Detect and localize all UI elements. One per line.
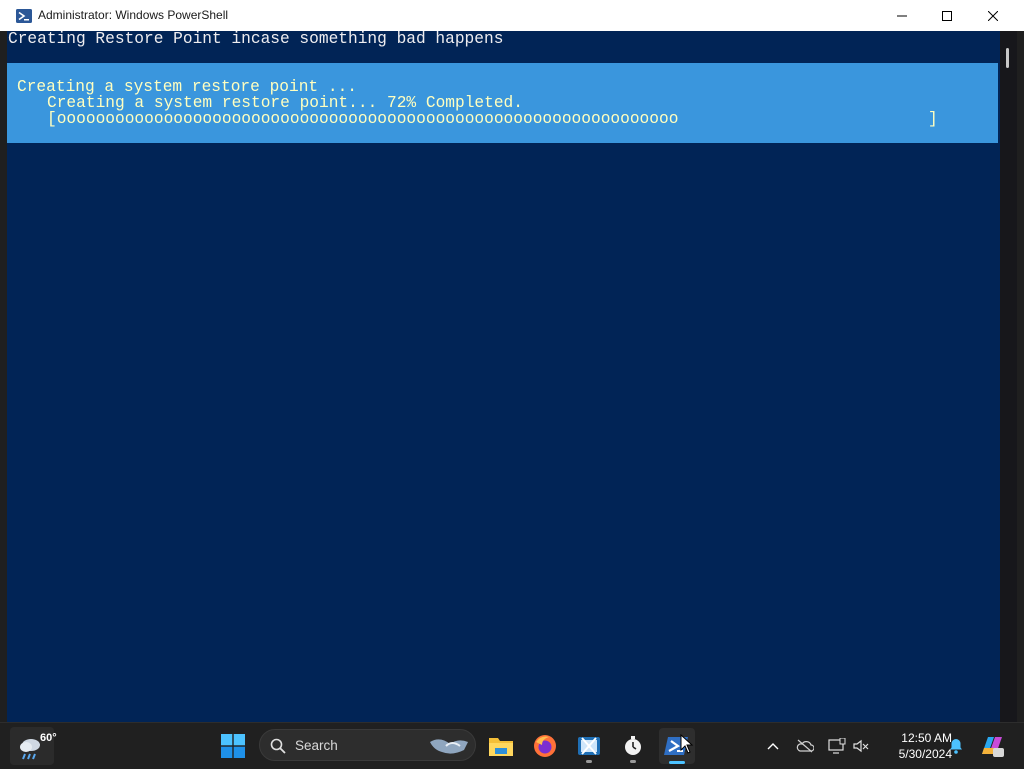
- title-bar[interactable]: Administrator: Windows PowerShell: [0, 0, 1024, 31]
- active-indicator: [669, 761, 685, 764]
- minimize-button[interactable]: [879, 0, 925, 31]
- progress-activity: Creating a system restore point ...: [17, 78, 357, 96]
- progress-panel: Creating a system restore point ... Crea…: [7, 63, 998, 143]
- file-explorer-icon: [489, 738, 513, 756]
- chevron-up-icon: [767, 743, 779, 750]
- clock-date: 5/30/2024: [898, 747, 952, 761]
- clock-app-button[interactable]: [615, 728, 651, 764]
- copilot-icon: [982, 737, 1004, 757]
- volume-button[interactable]: [850, 735, 872, 757]
- console-output-line: Creating Restore Point incase something …: [8, 30, 504, 48]
- running-indicator: [586, 760, 592, 763]
- vertical-scrollbar[interactable]: [1000, 31, 1017, 722]
- show-hidden-icons-button[interactable]: [762, 735, 784, 757]
- copilot-button[interactable]: [978, 735, 1006, 757]
- window-border: [0, 31, 7, 722]
- close-icon: [988, 10, 998, 21]
- console-area[interactable]: Creating Restore Point incase something …: [0, 31, 1024, 722]
- onedrive-icon: [796, 739, 814, 753]
- firefox-button[interactable]: [527, 728, 563, 764]
- network-button[interactable]: [826, 735, 848, 757]
- system-clock[interactable]: 12:50 AM 5/30/2024: [876, 730, 952, 762]
- progress-bar-end: ]: [928, 110, 938, 128]
- minimize-icon: [897, 15, 907, 16]
- mouse-pointer-icon: [680, 734, 694, 754]
- weather-widget[interactable]: 60°: [10, 727, 57, 765]
- running-indicator: [630, 760, 636, 763]
- progress-status: Creating a system restore point... 72% C…: [47, 94, 523, 112]
- maximize-button[interactable]: [924, 0, 970, 31]
- notifications-button[interactable]: [945, 735, 967, 757]
- network-icon: [828, 738, 846, 754]
- volume-muted-icon: [853, 739, 869, 753]
- bell-icon: [950, 739, 962, 754]
- search-icon: [270, 738, 286, 754]
- clock-time: 12:50 AM: [901, 731, 952, 745]
- close-button[interactable]: [970, 0, 1016, 31]
- powershell-icon: [16, 9, 32, 23]
- progress-bar: [ooooooooooooooooooooooooooooooooooooooo…: [47, 110, 679, 128]
- search-highlight-icon: [430, 739, 468, 754]
- snipping-tool-button[interactable]: [571, 728, 607, 764]
- onedrive-button[interactable]: [794, 735, 816, 757]
- weather-temperature: 60°: [40, 732, 57, 744]
- window-border: [1017, 31, 1024, 722]
- scrollbar-thumb[interactable]: [1006, 48, 1009, 68]
- start-button[interactable]: [217, 729, 249, 763]
- powershell-window[interactable]: Administrator: Windows PowerShell Creati…: [0, 0, 1024, 722]
- taskbar-search[interactable]: Search: [259, 729, 476, 761]
- firefox-icon: [534, 735, 556, 757]
- snipping-tool-icon: [578, 737, 600, 755]
- search-label: Search: [295, 738, 338, 753]
- file-explorer-button[interactable]: [483, 728, 519, 764]
- clock-app-icon: [625, 736, 641, 755]
- maximize-icon: [942, 10, 952, 21]
- windows-start-icon: [221, 734, 245, 758]
- taskbar: 60° Search 12:50 AM 5/30/2024: [0, 722, 1024, 769]
- window-title: Administrator: Windows PowerShell: [38, 8, 229, 22]
